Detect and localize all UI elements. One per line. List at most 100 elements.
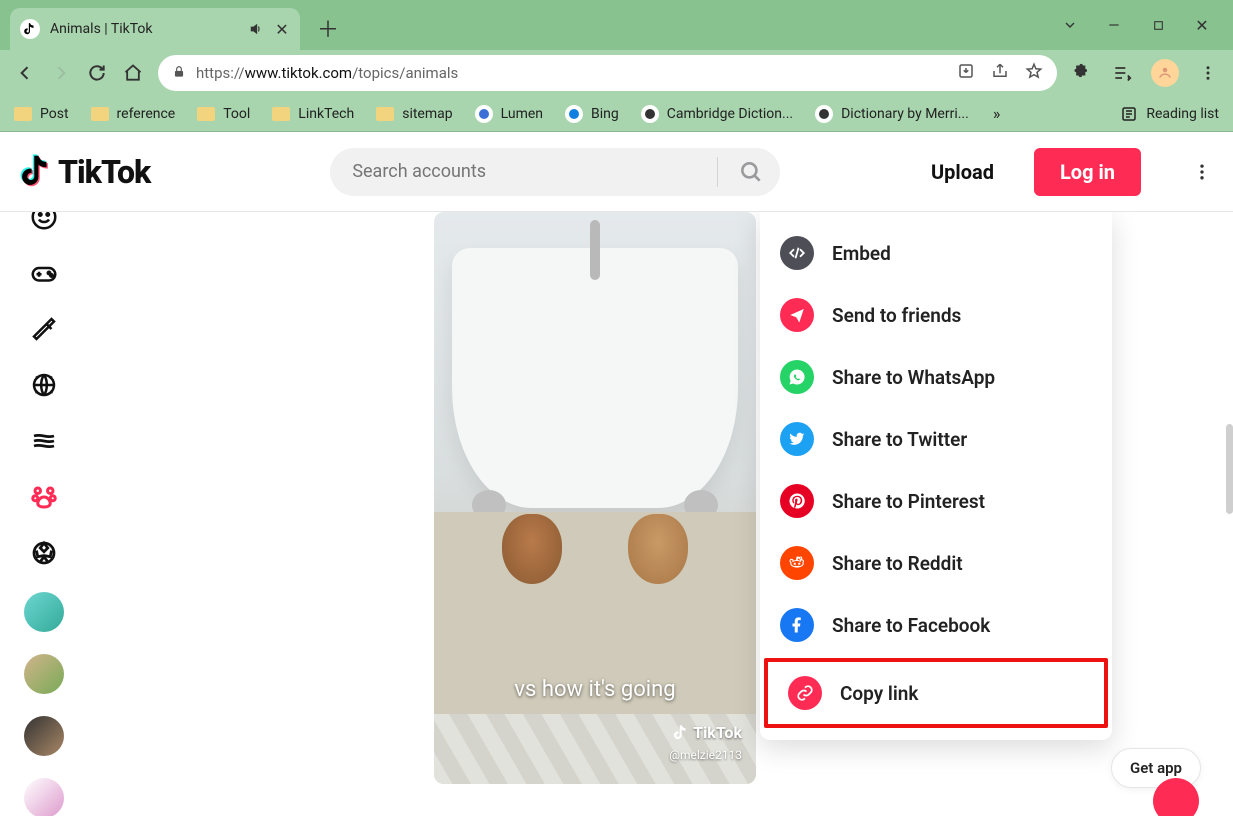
tiktok-more-icon[interactable]: [1191, 161, 1213, 183]
profile-avatar[interactable]: [1151, 59, 1179, 87]
page-scrollbar[interactable]: [1226, 424, 1233, 514]
highlight-box: Copy link: [764, 658, 1108, 728]
bookmark-item[interactable]: Cambridge Diction...: [641, 105, 793, 123]
bookmark-item[interactable]: LinkTech: [272, 106, 354, 122]
share-wa[interactable]: Share to WhatsApp: [760, 346, 1112, 408]
bookmarks-overflow-icon[interactable]: »: [993, 104, 1001, 123]
bookmark-item[interactable]: Lumen: [475, 105, 543, 123]
bookmark-item[interactable]: Dictionary by Merri...: [815, 105, 969, 123]
rail-gaming-icon[interactable]: [27, 256, 61, 290]
share-label: Share to WhatsApp: [832, 366, 995, 389]
video-player[interactable]: vs how it's going TikTok @melzie2113: [434, 212, 756, 784]
rail-sports-icon[interactable]: [27, 536, 61, 570]
fb-icon: [780, 608, 814, 642]
video-username: @melzie2113: [669, 748, 742, 762]
window-minimize-icon[interactable]: [1105, 16, 1123, 34]
share-tw[interactable]: Share to Twitter: [760, 408, 1112, 470]
tab-title: Animals | TikTok: [50, 21, 238, 37]
install-app-icon[interactable]: [957, 62, 975, 84]
tw-icon: [780, 422, 814, 456]
tabsearch-icon[interactable]: [1061, 16, 1079, 34]
upload-link[interactable]: Upload: [931, 160, 994, 184]
pin-icon: [780, 484, 814, 518]
video-caption: vs how it's going: [434, 677, 756, 702]
page-content: vs how it's going TikTok @melzie2113 Emb…: [0, 212, 1233, 816]
site-favicon: [475, 105, 493, 123]
login-button[interactable]: Log in: [1034, 148, 1141, 196]
bookmark-item[interactable]: Bing: [565, 105, 619, 123]
browser-menu-icon[interactable]: [1197, 62, 1219, 84]
rail-dance-icon[interactable]: [27, 368, 61, 402]
new-tab-button[interactable]: ＋: [314, 14, 342, 42]
scroll-top-button[interactable]: [1153, 778, 1199, 816]
share-link[interactable]: Copy link: [768, 662, 1104, 724]
tiktok-logo-text: TikTok: [58, 153, 150, 191]
suggested-avatar-3[interactable]: [24, 716, 64, 756]
search-button[interactable]: [728, 149, 774, 195]
bookmark-item[interactable]: Tool: [197, 106, 250, 122]
nav-back-button[interactable]: [14, 62, 36, 84]
bookmark-label: Lumen: [501, 106, 543, 122]
share-label: Share to Twitter: [832, 428, 967, 451]
omnibox[interactable]: https://www.tiktok.com/topics/animals: [158, 55, 1057, 91]
suggested-avatar-4[interactable]: [24, 778, 64, 816]
site-favicon: [815, 105, 833, 123]
wa-icon: [780, 360, 814, 394]
bookmark-item[interactable]: sitemap: [376, 106, 452, 122]
tiktok-logo[interactable]: TikTok: [20, 153, 150, 191]
extensions-icon[interactable]: [1071, 62, 1093, 84]
share-label: Share to Facebook: [832, 614, 990, 637]
bookmark-item[interactable]: reference: [91, 106, 176, 122]
share-red[interactable]: Share to Reddit: [760, 532, 1112, 594]
rail-beauty-icon[interactable]: [27, 424, 61, 458]
folder-icon: [272, 107, 290, 121]
reading-list-button[interactable]: Reading list: [1120, 105, 1219, 123]
rail-animals-icon[interactable]: [27, 480, 61, 514]
nav-home-button[interactable]: [122, 62, 144, 84]
site-favicon: [641, 105, 659, 123]
window-maximize-icon[interactable]: [1149, 16, 1167, 34]
folder-icon: [91, 107, 109, 121]
search-input[interactable]: [352, 161, 707, 182]
rail-smile-icon[interactable]: [27, 212, 61, 234]
url-path: /topics/animals: [352, 64, 458, 82]
browser-tab[interactable]: Animals | TikTok ✕: [10, 8, 300, 50]
video-watermark: TikTok: [673, 723, 742, 742]
share-label: Embed: [832, 242, 891, 265]
nav-forward-button[interactable]: [50, 62, 72, 84]
rail-food-icon[interactable]: [27, 312, 61, 346]
bookmark-label: LinkTech: [298, 106, 354, 122]
media-control-icon[interactable]: [1111, 62, 1133, 84]
suggested-avatar-1[interactable]: [24, 592, 64, 632]
lock-icon: [172, 64, 186, 83]
red-icon: [780, 546, 814, 580]
search-box[interactable]: [330, 148, 780, 196]
share-label: Copy link: [840, 682, 918, 705]
search-divider: [717, 157, 718, 187]
bookmark-label: Dictionary by Merri...: [841, 106, 969, 122]
embed-icon: [780, 236, 814, 270]
folder-icon: [14, 107, 32, 121]
nav-reload-button[interactable]: [86, 62, 108, 84]
site-favicon: [565, 105, 583, 123]
share-friends[interactable]: Send to friends: [760, 284, 1112, 346]
bookmark-label: Cambridge Diction...: [667, 106, 793, 122]
url-host: www.tiktok.com: [245, 64, 352, 82]
share-embed[interactable]: Embed: [760, 222, 1112, 284]
share-pin[interactable]: Share to Pinterest: [760, 470, 1112, 532]
bookmark-star-icon[interactable]: [1025, 62, 1043, 84]
bookmark-label: sitemap: [402, 106, 452, 122]
tab-close-icon[interactable]: ✕: [274, 21, 290, 37]
url-scheme: https://: [196, 64, 245, 82]
bookmark-label: Tool: [223, 106, 250, 122]
watermark-text: TikTok: [693, 723, 742, 742]
share-label: Share to Pinterest: [832, 490, 985, 513]
category-rail: [14, 212, 74, 816]
window-close-icon[interactable]: ✕: [1193, 16, 1211, 34]
bookmark-item[interactable]: Post: [14, 106, 69, 122]
tab-audio-icon[interactable]: [248, 21, 264, 37]
browser-toolbar: https://www.tiktok.com/topics/animals: [0, 50, 1233, 96]
suggested-avatar-2[interactable]: [24, 654, 64, 694]
share-fb[interactable]: Share to Facebook: [760, 594, 1112, 656]
share-page-icon[interactable]: [991, 62, 1009, 84]
